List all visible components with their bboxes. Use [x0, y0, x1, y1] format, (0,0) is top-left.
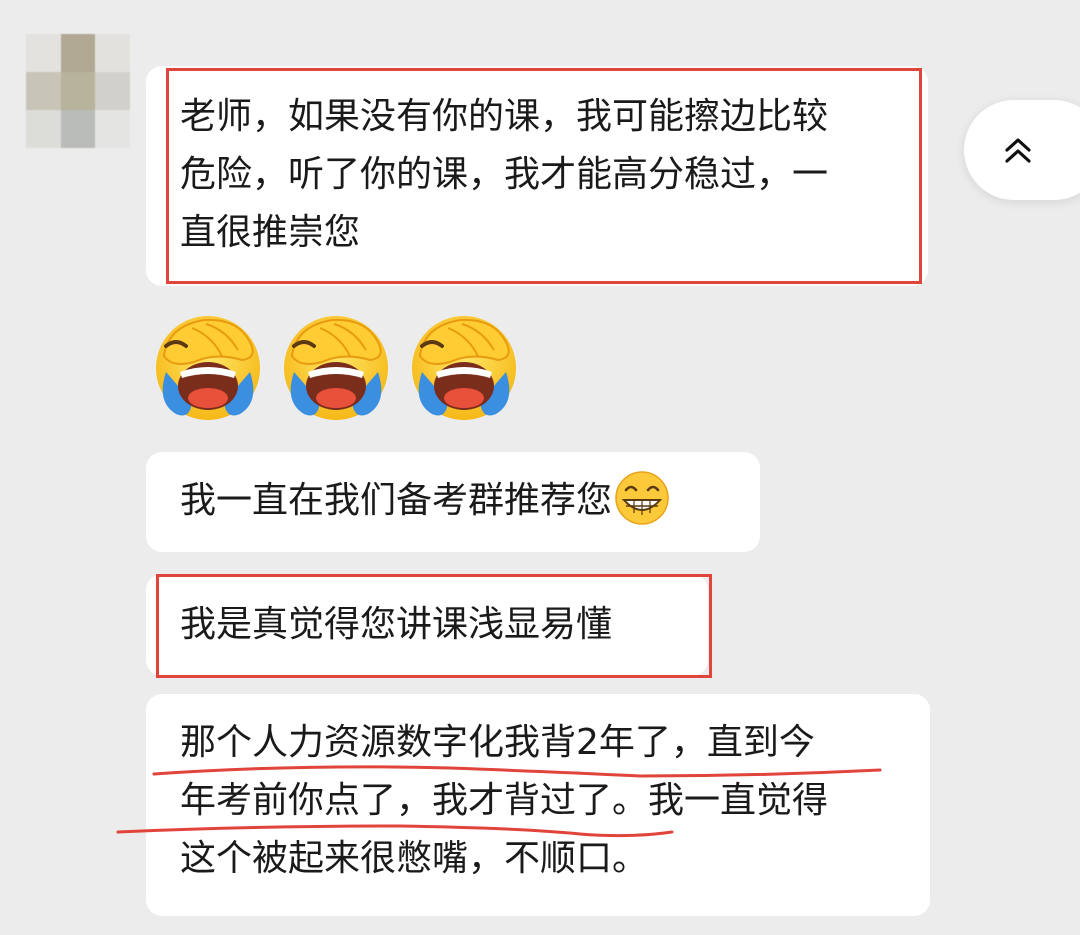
message-line: 老师，如果没有你的课，我可能擦边比较 — [180, 96, 829, 137]
message-bubble[interactable]: 我一直在我们备考群推荐您 — [146, 452, 760, 552]
emoji-message[interactable] — [146, 302, 526, 432]
message-bubble[interactable]: 我是真觉得您讲课浅显易懂 — [146, 574, 708, 676]
facepalm-crying-emoji — [412, 316, 516, 420]
message-text: 我一直在我们备考群推荐您 — [180, 480, 613, 521]
message-bubble[interactable]: 老师，如果没有你的课，我可能擦边比较 危险，听了你的课，我才能高分稳过，一 直很… — [146, 66, 928, 286]
message-line: 年考前你点了，我才背过了。我一直觉得 — [180, 780, 829, 821]
message-line: 直很推崇您 — [180, 212, 361, 253]
facepalm-crying-emoji — [284, 316, 388, 420]
message-line: 那个人力资源数字化我背2年了，直到今 — [180, 722, 815, 763]
message-line: 危险，听了你的课，我才能高分稳过，一 — [180, 154, 829, 195]
scroll-to-top-button[interactable] — [964, 100, 1080, 200]
chat-view: 老师，如果没有你的课，我可能擦边比较 危险，听了你的课，我才能高分稳过，一 直很… — [0, 0, 1080, 935]
message-line: 这个被起来很憋嘴，不顺口。 — [180, 838, 649, 879]
avatar[interactable] — [26, 34, 130, 148]
message-text: 我是真觉得您讲课浅显易懂 — [180, 604, 613, 645]
message-bubble[interactable]: 那个人力资源数字化我背2年了，直到今 年考前你点了，我才背过了。我一直觉得 这个… — [146, 694, 930, 916]
facepalm-crying-emoji — [156, 316, 260, 420]
grinning-face-emoji — [615, 471, 669, 525]
double-chevron-up-icon — [1005, 138, 1031, 163]
